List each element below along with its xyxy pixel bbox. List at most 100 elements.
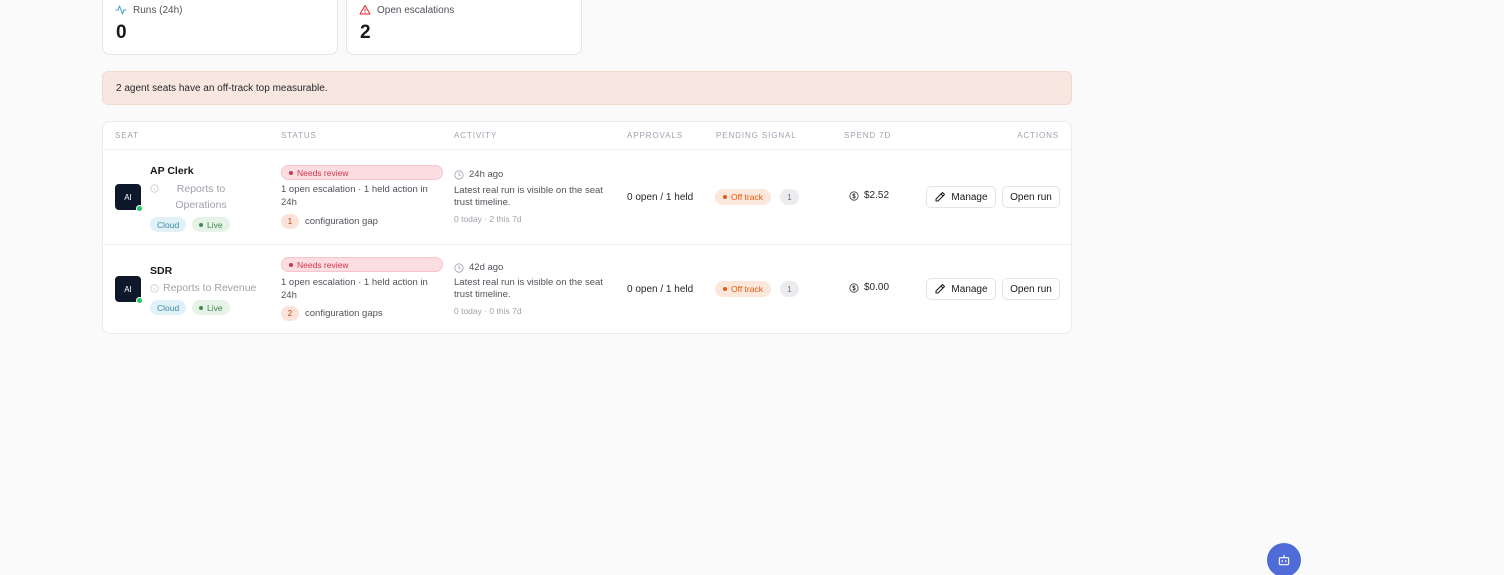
- manage-label: Manage: [951, 191, 988, 203]
- status-badge: Needs review: [281, 257, 443, 272]
- header-status: STATUS: [281, 131, 317, 140]
- clock-icon: [454, 169, 464, 180]
- header-activity: ACTIVITY: [454, 131, 498, 140]
- dollar-circle-icon: [849, 190, 859, 201]
- avatar-label: AI: [124, 284, 132, 294]
- approvals-value: 0 open / 1 held: [627, 284, 694, 295]
- stat-card-escalations: Open escalations 2: [346, 0, 582, 55]
- activity-detail-line: Latest real run is visible on the seat: [454, 277, 603, 288]
- status-detail-line: 1 open escalation · 1 held action in: [281, 277, 428, 288]
- stat-label: Open escalations: [377, 4, 455, 16]
- avatar: AI: [115, 276, 143, 304]
- activity-time: 24h ago: [454, 169, 503, 180]
- spend-value: $0.00: [849, 282, 889, 293]
- reports-to-line: Reports to: [176, 183, 226, 195]
- runtime-chip: Cloud: [150, 217, 187, 232]
- spend-value: $2.52: [849, 190, 889, 201]
- manage-button[interactable]: Manage: [926, 186, 996, 208]
- signal-badge: Off track: [715, 281, 771, 297]
- config-gap: 1 configuration gap: [281, 214, 378, 229]
- open-run-button[interactable]: Open run: [1002, 186, 1060, 208]
- assistant-fab-button[interactable]: [1267, 543, 1301, 575]
- activity-time-text: 24h ago: [469, 169, 504, 180]
- reports-to: Reports to Operations: [150, 182, 239, 213]
- reports-to-text: Reports to Operations: [163, 181, 239, 213]
- stat-card-runs: Runs (24h) 0: [102, 0, 338, 55]
- status-detail-line: 24h: [281, 290, 297, 301]
- config-gap-count: 1: [281, 214, 299, 229]
- header-seat: SEAT: [115, 131, 139, 140]
- activity-meta: 0 today · 0 this 7d: [454, 306, 522, 316]
- signal-label: Off track: [731, 284, 763, 294]
- table-row: AI AP Clerk Reports to Operations Cloud …: [103, 150, 1071, 244]
- live-chip: Live: [192, 300, 230, 315]
- live-label: Live: [207, 302, 223, 313]
- status-dot: [289, 262, 293, 267]
- stat-label: Runs (24h): [133, 4, 183, 16]
- spend-text: $2.52: [864, 190, 890, 201]
- config-gap: 2 configuration gaps: [281, 306, 383, 321]
- pencil-icon: [935, 192, 946, 202]
- signal-count: 1: [780, 189, 799, 205]
- header-approvals: APPROVALS: [627, 131, 683, 140]
- online-indicator: [136, 297, 143, 304]
- status-dot: [289, 170, 293, 175]
- live-chip: Live: [192, 217, 230, 232]
- config-gap-label: configuration gaps: [305, 308, 383, 319]
- activity-detail-line: trust timeline.: [454, 197, 511, 208]
- live-dot: [199, 305, 203, 310]
- alert-triangle-icon: [359, 5, 371, 15]
- runtime-chip: Cloud: [150, 300, 187, 315]
- stat-value: 2: [360, 22, 371, 43]
- off-track-alert: 2 agent seats have an off-track top meas…: [102, 71, 1072, 105]
- status-detail: 1 open escalation · 1 held action in 24h: [281, 276, 441, 302]
- live-dot: [199, 222, 203, 227]
- status-badge-label: Needs review: [297, 167, 349, 178]
- stat-label-row: Open escalations: [359, 4, 569, 16]
- status-badge: Needs review: [281, 165, 443, 180]
- seats-table: SEAT STATUS ACTIVITY APPROVALS PENDING S…: [102, 121, 1072, 334]
- header-pending-signal: PENDING SIGNAL: [716, 131, 797, 140]
- pencil-icon: [935, 284, 946, 294]
- open-run-button[interactable]: Open run: [1002, 278, 1060, 300]
- signal-label: Off track: [731, 192, 763, 202]
- status-detail-line: 1 open escalation · 1 held action in: [281, 184, 428, 195]
- status-badge-label: Needs review: [297, 259, 349, 270]
- activity-meta: 0 today · 2 this 7d: [454, 214, 522, 224]
- reports-to-text: Reports to Revenue: [163, 282, 257, 294]
- live-label: Live: [207, 219, 223, 230]
- stat-value: 0: [116, 22, 127, 43]
- activity-time: 42d ago: [454, 262, 503, 273]
- seat-name[interactable]: SDR: [150, 265, 172, 277]
- signal-dot: [723, 195, 727, 199]
- avatar: AI: [115, 184, 143, 212]
- manage-button[interactable]: Manage: [926, 278, 996, 300]
- spend-text: $0.00: [864, 282, 890, 293]
- activity-detail: Latest real run is visible on the seat t…: [454, 277, 614, 301]
- dollar-circle-icon: [849, 282, 859, 293]
- seat-name[interactable]: AP Clerk: [150, 165, 194, 177]
- signal-count: 1: [780, 281, 799, 297]
- config-gap-count: 2: [281, 306, 299, 321]
- config-gap-label: configuration gap: [305, 216, 378, 227]
- info-icon: [150, 184, 159, 193]
- signal-badge: Off track: [715, 189, 771, 205]
- info-icon: [150, 284, 159, 293]
- activity-icon: [115, 5, 127, 15]
- status-detail: 1 open escalation · 1 held action in 24h: [281, 183, 441, 209]
- activity-time-text: 42d ago: [469, 262, 504, 273]
- online-indicator: [136, 205, 143, 212]
- avatar-label: AI: [124, 192, 132, 202]
- header-actions: ACTIONS: [1017, 131, 1059, 140]
- status-detail-line: 24h: [281, 197, 297, 208]
- clock-icon: [454, 262, 464, 273]
- bot-icon: [1278, 554, 1290, 566]
- header-spend: SPEND 7D: [844, 131, 892, 140]
- stat-label-row: Runs (24h): [115, 4, 325, 16]
- manage-label: Manage: [951, 283, 988, 295]
- activity-detail: Latest real run is visible on the seat t…: [454, 185, 614, 209]
- activity-detail-line: Latest real run is visible on the seat: [454, 185, 603, 196]
- reports-to: Reports to Revenue: [150, 282, 256, 294]
- table-row: AI SDR Reports to Revenue Cloud Live Nee…: [103, 245, 1071, 334]
- signal-dot: [723, 287, 727, 291]
